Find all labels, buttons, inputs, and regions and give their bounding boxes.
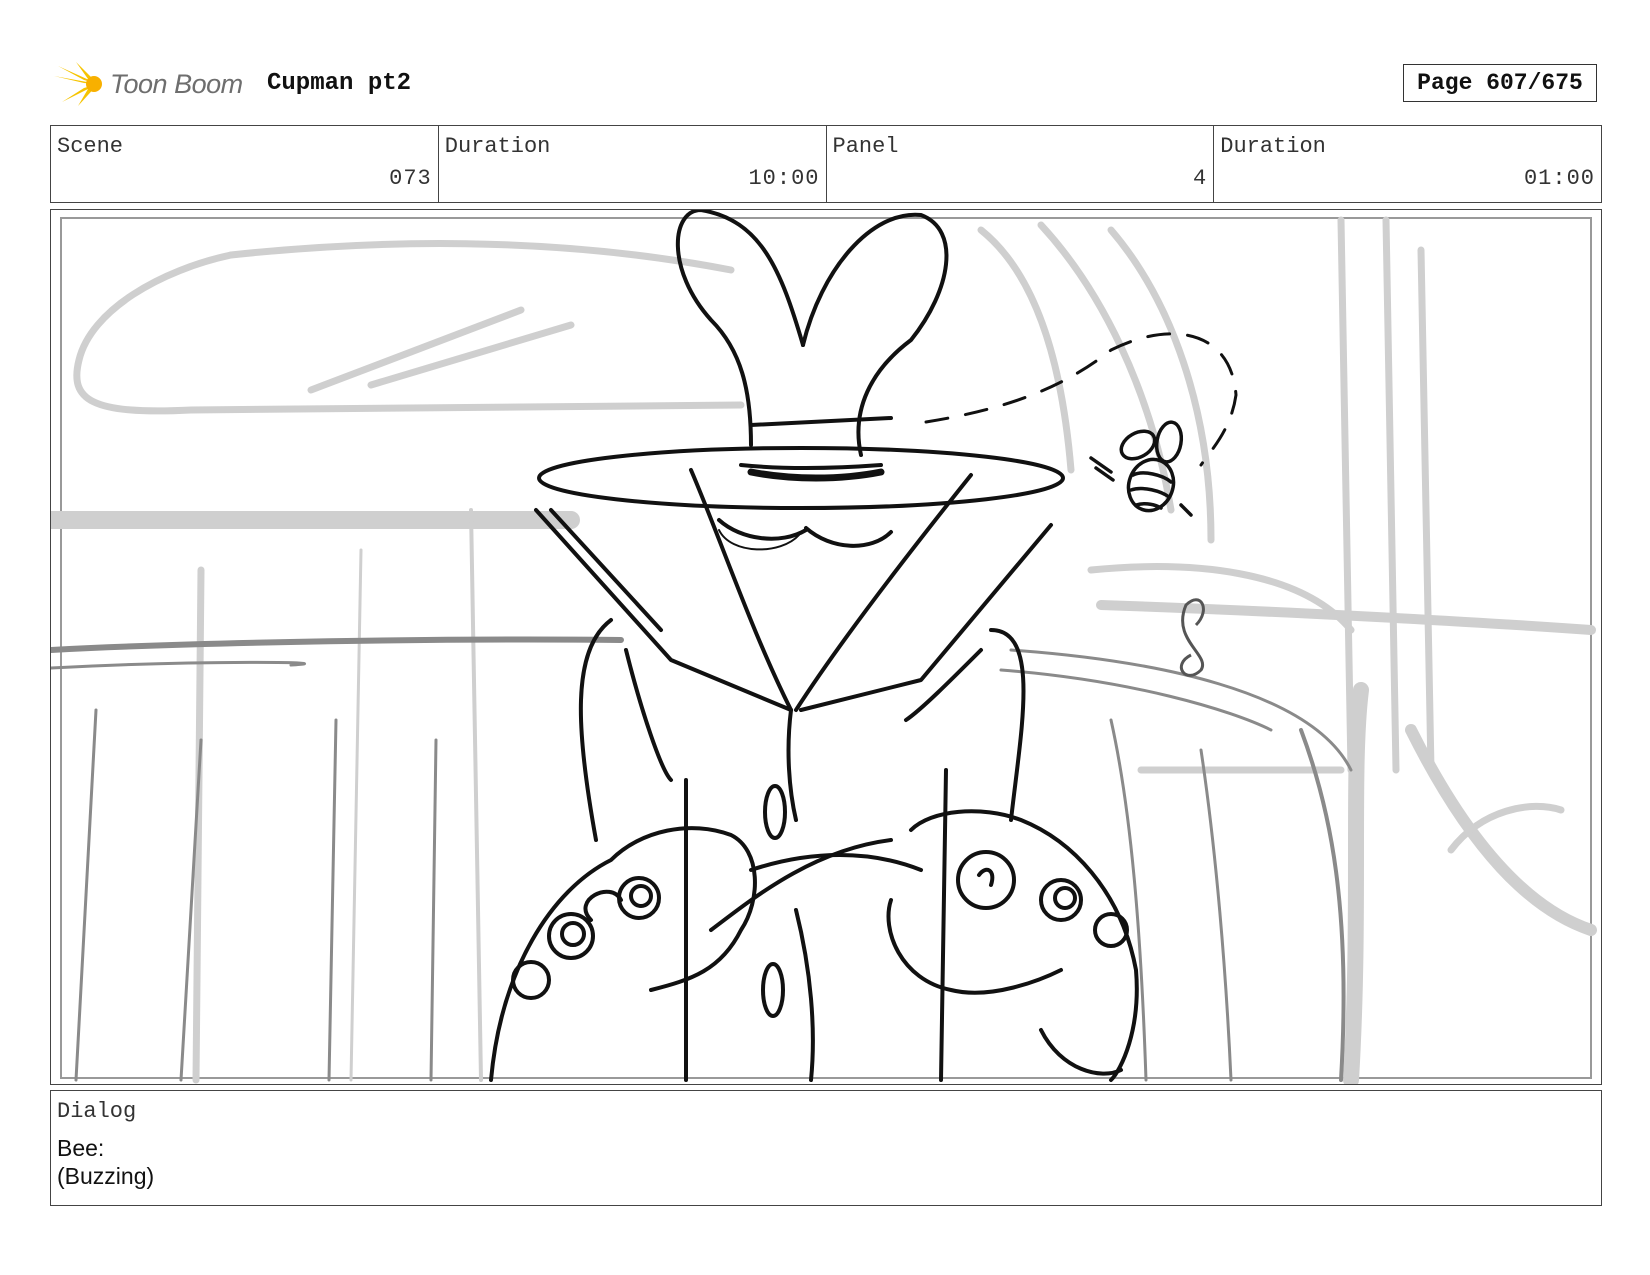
bee-flight-path bbox=[924, 332, 1238, 467]
scene-label: Scene bbox=[57, 134, 124, 159]
dialog-label: Dialog bbox=[57, 1099, 137, 1124]
toon-boom-logo: Toon Boom bbox=[54, 60, 254, 108]
panel-label: Panel bbox=[832, 134, 899, 159]
background-sketch bbox=[51, 216, 1597, 1084]
bee-sketch bbox=[1089, 420, 1193, 517]
panel-value: 4 bbox=[1193, 166, 1208, 191]
panel-duration-label: Duration bbox=[1220, 134, 1326, 159]
scene-value: 073 bbox=[389, 166, 432, 191]
panel-duration-value: 01:00 bbox=[1523, 166, 1595, 191]
storyboard-panel-image bbox=[50, 209, 1602, 1085]
couch-sketch bbox=[51, 636, 1353, 1082]
scene-duration-label: Duration bbox=[444, 134, 551, 159]
dialog-line-speaker: Bee: bbox=[57, 1135, 105, 1161]
panel-sketch bbox=[51, 210, 1597, 1084]
page-indicator: Page 607/675 bbox=[1403, 64, 1597, 102]
starburst-logo-icon bbox=[54, 62, 102, 106]
logo-wordmark: Toon Boom bbox=[110, 68, 243, 99]
scene-duration-value: 10:00 bbox=[748, 166, 820, 191]
storyboard-header: Toon Boom Cupman pt2 Page 607/675 bbox=[52, 58, 1602, 108]
project-title: Cupman pt2 bbox=[267, 70, 412, 97]
dialog-line-text: (Buzzing) bbox=[57, 1163, 155, 1189]
panel-duration-cell: Duration 01:00 bbox=[1214, 126, 1601, 202]
scene-cell: Scene 073 bbox=[51, 126, 439, 202]
dialog-box: Dialog Bee: (Buzzing) bbox=[50, 1090, 1602, 1206]
character-sketch bbox=[489, 210, 1139, 1082]
scene-duration-cell: Duration 10:00 bbox=[439, 126, 827, 202]
panel-info-table: Scene 073 Duration 10:00 Panel 4 Duratio… bbox=[50, 125, 1602, 203]
panel-cell: Panel 4 bbox=[827, 126, 1215, 202]
